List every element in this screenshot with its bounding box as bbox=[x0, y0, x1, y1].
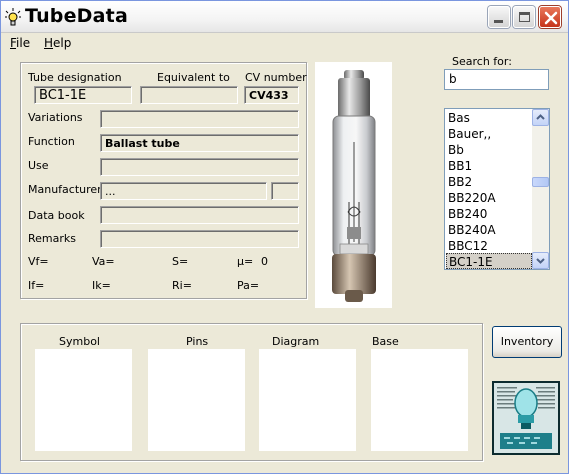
minimize-button[interactable] bbox=[488, 6, 510, 28]
menu-file[interactable]: File bbox=[10, 36, 30, 50]
symbol-preview bbox=[35, 349, 132, 451]
function-field: Ballast tube bbox=[100, 134, 299, 152]
use-label: Use bbox=[28, 159, 49, 172]
title-bar[interactable]: TubeData bbox=[1, 1, 568, 33]
menu-help[interactable]: Help bbox=[44, 36, 71, 50]
base-label: Base bbox=[372, 335, 399, 348]
data-book-label: Data book bbox=[28, 209, 85, 222]
s-label: S= bbox=[172, 255, 189, 268]
app-window: TubeData File Help Tube designation Equi… bbox=[0, 0, 569, 474]
if-label: If= bbox=[28, 279, 45, 292]
tube-designation-label: Tube designation bbox=[28, 71, 122, 84]
list-item[interactable]: BB2 bbox=[446, 174, 532, 190]
cv-number-field: CV433 bbox=[244, 86, 299, 104]
va-label: Va= bbox=[92, 255, 115, 268]
tube-list[interactable]: Bas Bauer,, Bb BB1 BB2 BB220A BB240 BB24… bbox=[444, 108, 550, 270]
chevron-up-icon bbox=[536, 114, 545, 120]
diagram-preview bbox=[259, 349, 356, 451]
pa-label: Pa= bbox=[237, 279, 260, 292]
tube-designation-field: BC1-1E bbox=[34, 86, 132, 104]
variations-label: Variations bbox=[28, 111, 83, 124]
window-title: TubeData bbox=[25, 5, 128, 27]
list-item[interactable]: BB1 bbox=[446, 158, 532, 174]
maximize-icon bbox=[519, 12, 530, 22]
manufacturer-label: Manufacturer bbox=[28, 183, 102, 196]
ri-label: Ri= bbox=[172, 279, 192, 292]
list-item[interactable]: Bb bbox=[446, 142, 532, 158]
list-item[interactable]: BBC12 bbox=[446, 238, 532, 254]
variations-field bbox=[100, 110, 299, 128]
vf-label: Vf= bbox=[28, 255, 49, 268]
list-item[interactable]: Bas bbox=[446, 110, 532, 126]
tube-photo bbox=[315, 62, 392, 308]
manufacturer-extra-field bbox=[271, 182, 299, 200]
diagram-label: Diagram bbox=[272, 335, 320, 348]
scroll-thumb[interactable] bbox=[532, 177, 549, 187]
list-item[interactable]: BB220A bbox=[446, 190, 532, 206]
tube-logo-image bbox=[492, 381, 560, 455]
equivalent-to-field bbox=[140, 86, 238, 104]
pins-label: Pins bbox=[186, 335, 209, 348]
pins-preview bbox=[148, 349, 245, 451]
scroll-down-button[interactable] bbox=[532, 252, 549, 269]
lightbulb-icon bbox=[5, 8, 21, 26]
close-button[interactable] bbox=[539, 6, 561, 28]
cv-number-label: CV number bbox=[245, 71, 307, 84]
remarks-field bbox=[100, 230, 299, 248]
close-icon bbox=[544, 11, 558, 25]
mu-label: µ= bbox=[237, 255, 254, 268]
manufacturer-field: ... bbox=[100, 182, 267, 200]
symbol-label: Symbol bbox=[59, 335, 100, 348]
scroll-up-button[interactable] bbox=[532, 109, 549, 126]
mu-value: 0 bbox=[261, 255, 268, 268]
data-book-field bbox=[100, 206, 299, 224]
list-item[interactable]: BB240A bbox=[446, 222, 532, 238]
ik-label: Ik= bbox=[92, 279, 111, 292]
use-field bbox=[100, 158, 299, 176]
function-label: Function bbox=[28, 135, 75, 148]
search-label: Search for: bbox=[452, 55, 512, 68]
equivalent-to-label: Equivalent to bbox=[157, 71, 230, 84]
list-item-selected[interactable]: BC1-1E bbox=[446, 253, 532, 269]
minimize-icon bbox=[494, 20, 503, 23]
search-input[interactable]: b bbox=[444, 69, 549, 90]
list-item[interactable]: BB240 bbox=[446, 206, 532, 222]
base-preview bbox=[371, 349, 468, 451]
list-item[interactable]: Bauer,, bbox=[446, 126, 532, 142]
list-scrollbar[interactable] bbox=[532, 109, 549, 269]
maximize-button[interactable] bbox=[513, 6, 535, 28]
remarks-label: Remarks bbox=[28, 232, 76, 245]
chevron-down-icon bbox=[536, 258, 545, 264]
menu-bar: File Help bbox=[1, 33, 568, 53]
inventory-button[interactable]: Inventory bbox=[492, 326, 562, 358]
